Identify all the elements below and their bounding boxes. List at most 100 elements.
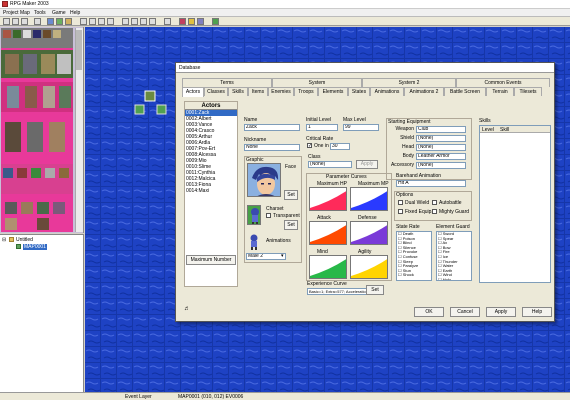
tab-classes[interactable]: Classes [204, 87, 228, 96]
circle-icon[interactable] [140, 18, 147, 25]
menu-help[interactable]: Help [70, 10, 80, 16]
tab-elements[interactable]: Elements [318, 87, 348, 96]
tab-enemies[interactable]: Enemies [268, 87, 294, 96]
tab-terms[interactable]: Terms [182, 78, 272, 87]
tab-animations[interactable]: Animations [370, 87, 404, 96]
resource-manager-icon[interactable] [188, 18, 195, 25]
tab-common-events[interactable]: Common Events [456, 78, 550, 87]
class-dropdown[interactable]: (None) [308, 161, 352, 168]
state-rate-label: State Rate [396, 224, 420, 230]
menu-project[interactable]: Project [3, 10, 19, 16]
element-guard-item[interactable]: ☐ Holy [437, 277, 471, 280]
upper-layer-icon[interactable] [56, 18, 63, 25]
max-number-button[interactable]: Maximum Number [186, 255, 236, 265]
nickname-field[interactable]: None [244, 144, 300, 151]
element-guard-list[interactable]: ☐ Sword ☐ Spear ☐ Ax ☐ Bow ☐ Fire ☐ Ice ☐ Thun… [436, 231, 472, 281]
chevron-down-icon[interactable]: ▾ [281, 253, 284, 259]
database-icon[interactable] [179, 18, 186, 25]
initial-level-field[interactable]: 1 [306, 124, 338, 131]
script-editor-icon[interactable] [197, 18, 204, 25]
charset-set-button[interactable]: Set [284, 220, 298, 230]
state-rate-item[interactable]: ☐ Shock [397, 273, 431, 278]
barehand-dropdown[interactable]: Hit A [396, 180, 466, 187]
tree-map-item[interactable]: MAP0001 [23, 244, 47, 250]
zoom-2-icon[interactable] [89, 18, 96, 25]
mighty-guard-checkbox[interactable] [432, 209, 437, 214]
tab-row-top: Terms System System 2 Common Events [182, 78, 550, 87]
help-button[interactable]: Help [522, 307, 552, 317]
equip-slot-dropdown[interactable]: Leather Armor [416, 153, 466, 160]
status-bar: Event Layer MAP0001 (010, 012) EV0006 [0, 392, 570, 400]
curve-graph[interactable]: Now:53 [309, 255, 347, 279]
autobattle-checkbox[interactable] [432, 200, 437, 205]
zoom-8-icon[interactable] [107, 18, 114, 25]
curve-graph[interactable]: Now:43 [350, 187, 388, 211]
actors-header: Actors [185, 102, 237, 110]
event-layer-icon[interactable] [65, 18, 72, 25]
ok-button[interactable]: OK [414, 307, 444, 317]
equip-slot-dropdown[interactable]: Club [416, 126, 466, 133]
face-set-button[interactable]: Set [284, 190, 298, 200]
name-field[interactable]: Zack [244, 124, 300, 131]
tab-battle-screen[interactable]: Battle Screen [444, 87, 486, 96]
tab-animations-2[interactable]: Animations 2 [404, 87, 444, 96]
actor-list-item[interactable]: 0014:Maxi [185, 188, 237, 194]
tab-system-2[interactable]: System 2 [362, 78, 456, 87]
critical-rate-checkbox[interactable]: ✓ [307, 143, 312, 149]
tree-expand-icon[interactable]: ⊟ [2, 237, 6, 243]
save-icon[interactable] [21, 18, 28, 25]
class-apply-button[interactable]: Apply [356, 160, 378, 169]
menu-map[interactable]: Map [20, 10, 30, 16]
critical-rate-field[interactable]: 30 [330, 143, 350, 150]
app-icon [2, 1, 8, 7]
transparent-checkbox[interactable] [266, 213, 271, 218]
tab-troops[interactable]: Troops [294, 87, 318, 96]
select-icon[interactable] [164, 18, 171, 25]
lower-layer-icon[interactable] [47, 18, 54, 25]
tab-system[interactable]: System [272, 78, 362, 87]
fill-icon[interactable] [149, 18, 156, 25]
options-label: Options [396, 192, 414, 198]
equip-slot-dropdown[interactable]: (None) [416, 135, 466, 142]
new-icon[interactable] [3, 18, 10, 25]
equip-slot-dropdown[interactable]: (None) [416, 162, 466, 169]
curve-graph[interactable]: Now:59 [350, 255, 388, 279]
menu-tools[interactable]: Tools [34, 10, 46, 16]
battle-sprite[interactable] [247, 233, 261, 251]
barehand-label: Barehand Animation [396, 173, 442, 179]
skills-list[interactable]: Level Skill [479, 125, 551, 283]
menu-game[interactable]: Game [52, 10, 66, 16]
charset-sprite[interactable] [247, 205, 261, 225]
pencil-icon[interactable] [122, 18, 129, 25]
tab-states[interactable]: States [348, 87, 370, 96]
zoom-1-icon[interactable] [80, 18, 87, 25]
tile-palette[interactable] [1, 28, 73, 232]
undo-icon[interactable] [34, 18, 41, 25]
open-icon[interactable] [12, 18, 19, 25]
tab-tilesets[interactable]: Tilesets [514, 87, 542, 96]
tab-items[interactable]: Items [248, 87, 268, 96]
cancel-button[interactable]: Cancel [450, 307, 480, 317]
tab-skills[interactable]: Skills [228, 87, 248, 96]
playtest-icon[interactable] [212, 18, 219, 25]
palette-scroll-thumb[interactable] [76, 30, 82, 70]
equip-slot-label: Shield [400, 135, 414, 141]
dual-wield-checkbox[interactable] [398, 200, 403, 205]
apply-button[interactable]: Apply [486, 307, 516, 317]
tree-root[interactable]: Untitled [16, 237, 33, 243]
exp-curve-set-button[interactable]: Set [366, 285, 384, 295]
state-rate-list[interactable]: ☐ Death ☐ Poison ☐ Blind ☐ Silence ☐ Provoke… [396, 231, 432, 281]
skills-col-skill: Skill [500, 127, 510, 133]
curve-graph[interactable]: Now:574 [309, 187, 347, 211]
tab-terrain[interactable]: Terrain [486, 87, 514, 96]
zoom-4-icon[interactable] [98, 18, 105, 25]
animation-dropdown[interactable]: Male 2 [246, 253, 286, 260]
equip-slot-dropdown[interactable]: (None) [416, 144, 466, 151]
face-portrait[interactable] [247, 163, 281, 197]
tab-actors[interactable]: Actors [182, 87, 204, 97]
max-level-field[interactable]: 99 [343, 124, 379, 131]
curve-graph[interactable]: Now:69 [309, 221, 347, 245]
fixed-equip-checkbox[interactable] [398, 209, 403, 214]
curve-graph[interactable]: Now:67 [350, 221, 388, 245]
rectangle-icon[interactable] [131, 18, 138, 25]
